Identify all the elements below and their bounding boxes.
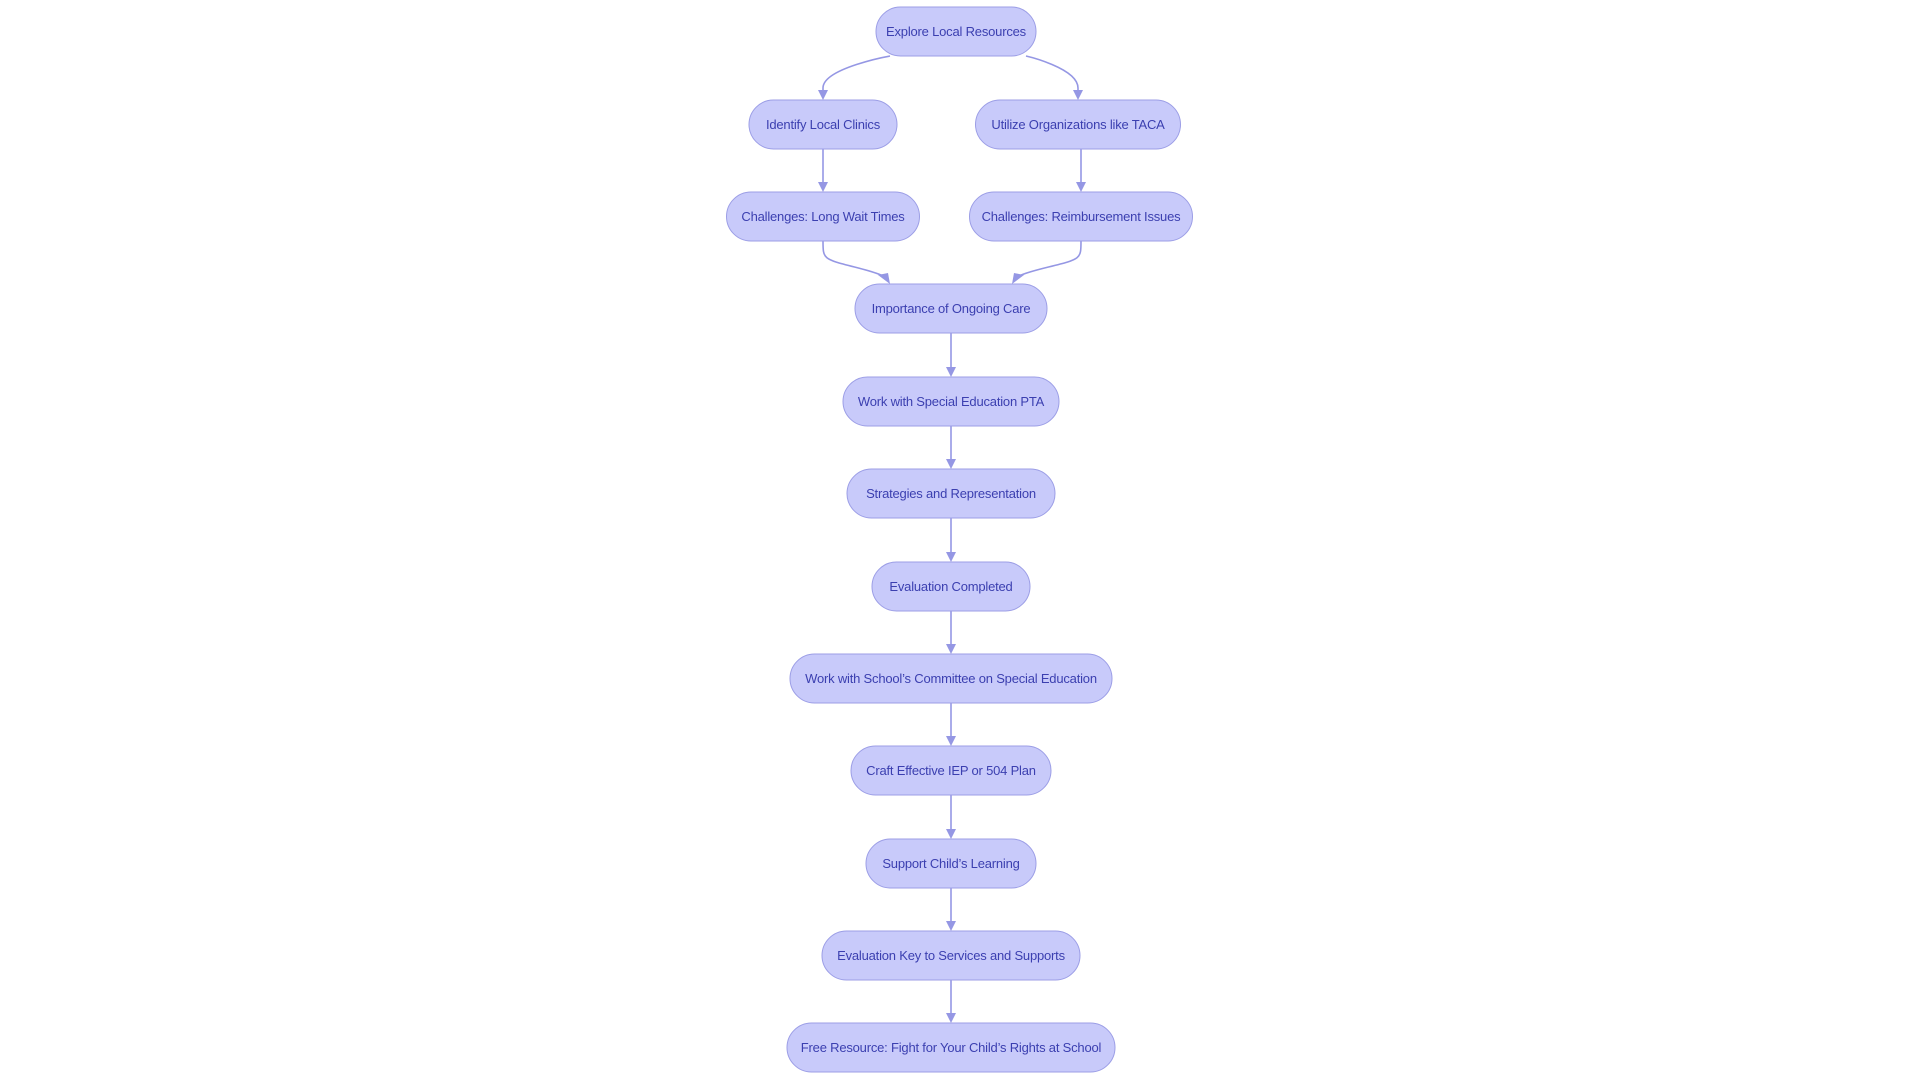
node-evaluation-completed: Evaluation Completed	[871, 561, 1031, 612]
node-label: Utilize Organizations like TACA	[991, 117, 1165, 132]
node-identify-local-clinics: Identify Local Clinics	[748, 99, 898, 150]
arrowhead-icon	[946, 552, 956, 562]
edge-n10-to-n11	[946, 795, 956, 839]
node-label: Support Child’s Learning	[882, 856, 1019, 871]
edge-n9-to-n10	[946, 703, 956, 746]
arrowhead-icon	[1012, 273, 1024, 284]
node-label: Free Resource: Fight for Your Child’s Ri…	[801, 1040, 1102, 1055]
node-work-with-school-s-committee-on-special-education: Work with School’s Committee on Special …	[789, 653, 1113, 704]
node-label: Challenges: Reimbursement Issues	[982, 209, 1182, 224]
edge-n2-to-n4	[1076, 149, 1086, 192]
arrowhead-icon	[818, 182, 828, 192]
node-label: Evaluation Completed	[889, 579, 1012, 594]
edge-line	[822, 55, 891, 91]
edge-line	[1015, 240, 1082, 279]
arrowhead-icon	[946, 921, 956, 931]
node-label: Explore Local Resources	[886, 24, 1027, 39]
node-label: Work with School’s Committee on Special …	[805, 671, 1097, 686]
edge-n0-to-n2	[1025, 55, 1083, 100]
node-strategies-and-representation: Strategies and Representation	[846, 468, 1056, 519]
arrowhead-icon	[946, 829, 956, 839]
edge-n12-to-n13	[946, 980, 956, 1023]
arrowhead-icon	[818, 90, 828, 100]
arrowhead-icon	[946, 459, 956, 469]
edge-n11-to-n12	[946, 888, 956, 931]
arrowhead-icon	[946, 367, 956, 377]
node-free-resource-fight-for-your-child-s-rights-at-school: Free Resource: Fight for Your Child’s Ri…	[786, 1022, 1116, 1073]
node-label: Evaluation Key to Services and Supports	[837, 948, 1065, 963]
flowchart-diagram: Explore Local Resources Identify Local Cl…	[726, 6, 1193, 1073]
arrowhead-icon	[946, 644, 956, 654]
edge-n6-to-n7	[946, 426, 956, 469]
edge-n4-to-n5	[1012, 240, 1082, 284]
node-utilize-organizations-like-taca: Utilize Organizations like TACA	[975, 99, 1181, 150]
edge-line	[822, 240, 887, 279]
node-evaluation-key-to-services-and-supports: Evaluation Key to Services and Supports	[821, 930, 1081, 981]
arrowhead-icon	[946, 736, 956, 746]
edge-line	[1025, 55, 1079, 91]
arrowhead-icon	[946, 1013, 956, 1023]
node-challenges-reimbursement-issues: Challenges: Reimbursement Issues	[969, 191, 1193, 242]
edge-n3-to-n5	[822, 240, 890, 284]
arrowhead-icon	[1073, 90, 1083, 100]
arrowhead-icon	[1076, 182, 1086, 192]
node-label: Importance of Ongoing Care	[872, 301, 1031, 316]
edge-n0-to-n1	[818, 55, 891, 100]
node-explore-local-resources: Explore Local Resources	[875, 6, 1037, 57]
edge-n5-to-n6	[946, 333, 956, 377]
node-label: Challenges: Long Wait Times	[741, 209, 905, 224]
node-work-with-special-education-pta: Work with Special Education PTA	[842, 376, 1060, 427]
node-challenges-long-wait-times: Challenges: Long Wait Times	[726, 191, 920, 242]
edge-n7-to-n8	[946, 518, 956, 562]
nodes-layer: Explore Local Resources Identify Local Cl…	[726, 6, 1193, 1073]
node-label: Work with Special Education PTA	[858, 394, 1045, 409]
node-importance-of-ongoing-care: Importance of Ongoing Care	[854, 283, 1048, 334]
edge-n1-to-n3	[818, 149, 828, 192]
node-support-child-s-learning: Support Child’s Learning	[865, 838, 1037, 889]
edge-n8-to-n9	[946, 611, 956, 654]
arrowhead-icon	[878, 273, 890, 284]
node-craft-effective-iep-or-504-plan: Craft Effective IEP or 504 Plan	[850, 745, 1052, 796]
node-label: Craft Effective IEP or 504 Plan	[866, 763, 1036, 778]
node-label: Identify Local Clinics	[766, 117, 881, 132]
node-label: Strategies and Representation	[866, 486, 1036, 501]
